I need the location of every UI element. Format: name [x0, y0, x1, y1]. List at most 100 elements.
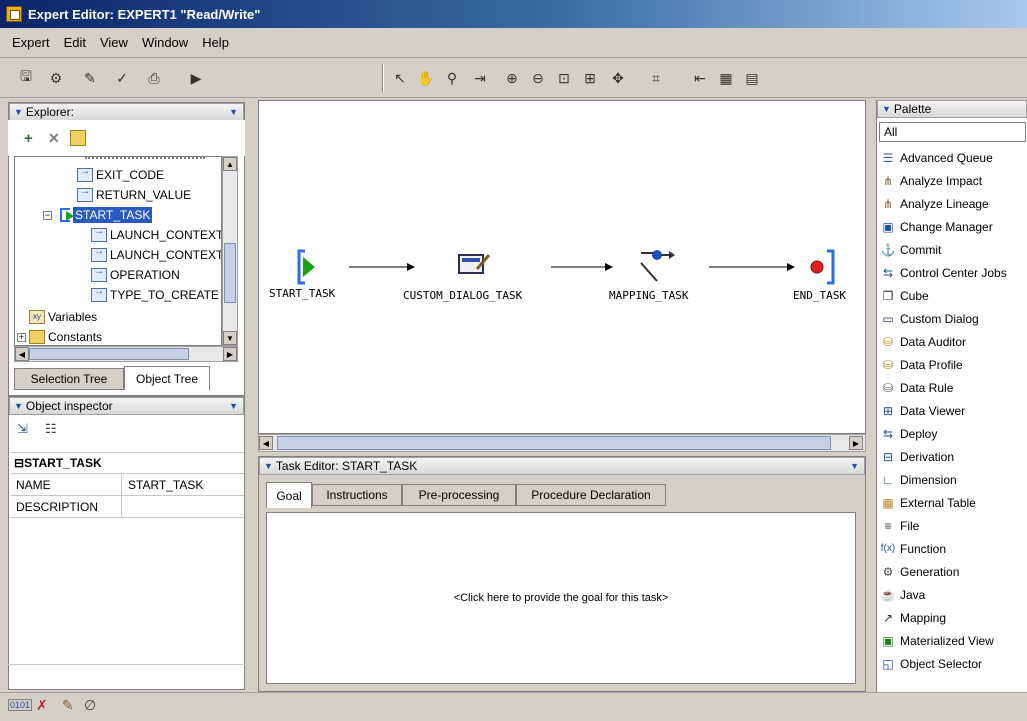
overview-icon[interactable]: ▤	[742, 68, 762, 88]
palette-item-dimension[interactable]: ∟ Dimension	[880, 468, 957, 491]
palette-item-function[interactable]: f(x) Function	[880, 537, 946, 560]
collapse-toggle-icon[interactable]: −	[43, 210, 52, 220]
canvas-horizontal-scrollbar[interactable]: ◀ ▶	[258, 434, 866, 452]
tab-goal[interactable]: Goal	[266, 482, 312, 508]
menu-view[interactable]: View	[100, 35, 128, 50]
scroll-up-icon[interactable]: ▲	[223, 157, 237, 171]
palette-item-cube[interactable]: ❒ Cube	[880, 284, 929, 307]
start-task-node-icon[interactable]	[297, 249, 315, 285]
tree-item-launch-context-2[interactable]: LAUNCH_CONTEXT	[91, 245, 221, 265]
validate-icon[interactable]: ✓	[112, 68, 132, 88]
categorize-icon[interactable]: ☷	[45, 421, 57, 437]
scroll-left-icon[interactable]: ◀	[15, 347, 29, 361]
tree-vertical-scrollbar[interactable]: ▲ ▼	[222, 156, 238, 346]
select-pointer-icon[interactable]: ↖	[390, 68, 410, 88]
palette-item-custom-dialog[interactable]: ▭ Custom Dialog	[880, 307, 978, 330]
add-icon[interactable]: +	[24, 130, 33, 147]
menu-expert[interactable]: Expert	[12, 35, 50, 50]
collapse-triangle-icon[interactable]: ▼	[264, 461, 273, 471]
palette-item-derivation[interactable]: ⊟ Derivation	[880, 445, 954, 468]
scroll-thumb[interactable]	[29, 348, 189, 360]
palette-item-mapping[interactable]: ↗ Mapping	[880, 606, 946, 629]
edit-icon[interactable]: ✎	[80, 68, 100, 88]
binary-icon[interactable]: 0101	[8, 699, 33, 711]
goal-text-area[interactable]: <Click here to provide the goal for this…	[266, 512, 856, 684]
mapping-node-icon[interactable]	[640, 250, 675, 282]
palette-item-analyze-impact[interactable]: ⋔ Analyze Impact	[880, 169, 982, 192]
tab-selection-tree[interactable]: Selection Tree	[14, 368, 124, 390]
collapse-toggle-icon[interactable]: ⊟	[10, 456, 24, 470]
tab-instructions[interactable]: Instructions	[312, 484, 402, 506]
zoom-area-icon[interactable]: ⚲	[442, 68, 462, 88]
palette-item-change-manager[interactable]: ▣ Change Manager	[880, 215, 992, 238]
collapse-triangle-icon[interactable]: ▼	[14, 401, 23, 411]
layout-icon[interactable]: ⊞	[580, 68, 600, 88]
clear-errors-icon[interactable]: ✗	[36, 697, 48, 714]
custom-dialog-node-icon[interactable]	[458, 254, 491, 274]
pan-hand-icon[interactable]: ✋	[416, 68, 436, 88]
pencil-icon[interactable]: ✎	[62, 697, 74, 714]
fit-width-icon[interactable]: ⇥	[470, 68, 490, 88]
property-row[interactable]: DESCRIPTION	[10, 496, 244, 518]
tree-item-constants[interactable]: + Constants	[17, 327, 102, 345]
scroll-right-icon[interactable]: ▶	[849, 436, 863, 450]
palette-item-data-rule[interactable]: ⛁ Data Rule	[880, 376, 953, 399]
palette-item-object-selector[interactable]: ◱ Object Selector	[880, 652, 982, 675]
node-label-custom-dialog-task[interactable]: CUSTOM_DIALOG_TASK	[403, 289, 522, 302]
run-icon[interactable]: ▶	[186, 68, 206, 88]
tree-horizontal-scrollbar[interactable]: ◀ ▶	[14, 346, 238, 362]
tree-item-type-to-create[interactable]: TYPE_TO_CREATE	[91, 285, 219, 305]
palette-item-data-auditor[interactable]: ⛁ Data Auditor	[880, 330, 966, 353]
panel-menu-icon[interactable]: ▼	[229, 401, 238, 411]
end-task-node-icon[interactable]	[810, 249, 835, 285]
delete-icon[interactable]: ✕	[48, 130, 60, 147]
tree-item-return-value[interactable]: RETURN_VALUE	[77, 185, 191, 205]
scroll-thumb[interactable]	[277, 436, 831, 450]
grid-icon[interactable]: ▦	[716, 68, 736, 88]
show-details-icon[interactable]: ⌗	[646, 68, 666, 88]
sort-icon[interactable]: ⇲	[17, 421, 28, 437]
palette-item-deploy[interactable]: ⇆ Deploy	[880, 422, 937, 445]
new-folder-icon[interactable]	[70, 130, 86, 146]
node-label-mapping-task[interactable]: MAPPING_TASK	[609, 289, 688, 302]
palette-item-generation[interactable]: ⚙ Generation	[880, 560, 960, 583]
palette-item-materialized-view[interactable]: ▣ Materialized View	[880, 629, 994, 652]
palette-item-data-viewer[interactable]: ⊞ Data Viewer	[880, 399, 965, 422]
node-label-end-task[interactable]: END_TASK	[793, 289, 846, 302]
palette-item-java[interactable]: ☕ Java	[880, 583, 926, 606]
tab-object-tree[interactable]: Object Tree	[124, 366, 210, 390]
tab-pre-processing[interactable]: Pre-processing	[402, 484, 516, 506]
cancel-icon[interactable]: ∅	[84, 697, 96, 714]
property-row[interactable]: NAME START_TASK	[10, 474, 244, 496]
tree-item-launch-context-1[interactable]: LAUNCH_CONTEXT	[91, 225, 221, 245]
palette-item-analyze-lineage[interactable]: ⋔ Analyze Lineage	[880, 192, 989, 215]
save-icon[interactable]: 🖫	[16, 68, 36, 88]
palette-item-control-center-jobs[interactable]: ⇆ Control Center Jobs	[880, 261, 1007, 284]
node-label-start-task[interactable]: START_TASK	[269, 287, 335, 300]
property-value[interactable]: START_TASK	[122, 478, 203, 492]
collapse-triangle-icon[interactable]: ▼	[14, 107, 23, 117]
panel-menu-icon[interactable]: ▼	[229, 107, 238, 117]
scroll-thumb[interactable]	[224, 243, 236, 303]
collapse-triangle-icon[interactable]: ▼	[882, 104, 891, 114]
tree-item-operation[interactable]: OPERATION	[91, 265, 180, 285]
zoom-out-icon[interactable]: ⊖	[528, 68, 548, 88]
collapse-icon[interactable]: ⇤	[690, 68, 710, 88]
print-icon[interactable]: ⎙	[144, 68, 164, 88]
palette-filter-select[interactable]: All	[879, 122, 1026, 142]
menu-edit[interactable]: Edit	[64, 35, 86, 50]
palette-item-file[interactable]: ≡ File	[880, 514, 919, 537]
palette-item-commit[interactable]: ⚓ Commit	[880, 238, 942, 261]
panel-menu-icon[interactable]: ▼	[850, 461, 859, 471]
fit-page-icon[interactable]: ⊡	[554, 68, 574, 88]
scroll-down-icon[interactable]: ▼	[223, 331, 237, 345]
zoom-in-icon[interactable]: ⊕	[502, 68, 522, 88]
tree-item-exit-code[interactable]: EXIT_CODE	[77, 165, 164, 185]
menu-window[interactable]: Window	[142, 35, 188, 50]
tree-item-start-task[interactable]: − START_TASK	[43, 205, 153, 225]
palette-item-data-profile[interactable]: ⛁ Data Profile	[880, 353, 963, 376]
palette-item-external-table[interactable]: ▦ External Table	[880, 491, 976, 514]
auto-layout-icon[interactable]: ✥	[608, 68, 628, 88]
process-flow-canvas[interactable]: START_TASK CUSTOM_DIALOG_TASK MAPPING_TA…	[258, 100, 866, 434]
scroll-right-icon[interactable]: ▶	[223, 347, 237, 361]
